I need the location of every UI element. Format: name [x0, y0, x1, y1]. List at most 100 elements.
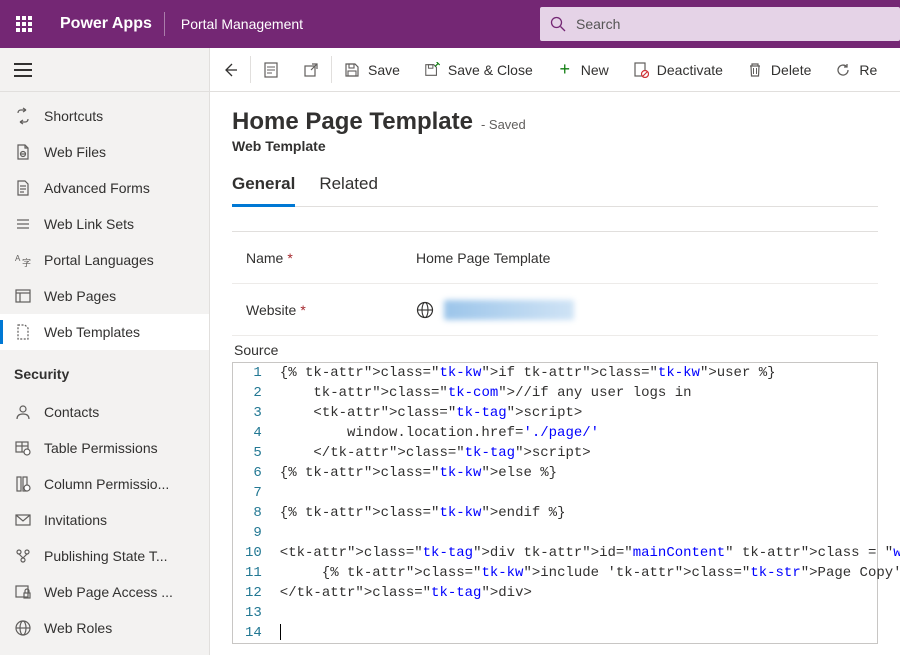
field-website-label: Website	[246, 302, 296, 318]
sidebar-item-publishing-state-t-[interactable]: Publishing State T...	[0, 538, 209, 574]
webfile-icon	[14, 143, 32, 161]
sidebar-item-shortcuts[interactable]: Shortcuts	[0, 98, 209, 134]
save-status: - Saved	[481, 117, 526, 132]
sidebar-item-web-roles[interactable]: Web Roles	[0, 610, 209, 646]
sidebar-item-column-permissio-[interactable]: Column Permissio...	[0, 466, 209, 502]
shortcut-icon	[14, 107, 32, 125]
save-button[interactable]: Save	[332, 48, 412, 91]
sidebar-item-label: Column Permissio...	[44, 476, 169, 492]
field-website-value[interactable]	[406, 300, 864, 320]
waffle-icon[interactable]	[0, 0, 48, 48]
sidebar-item-table-permissions[interactable]: Table Permissions	[0, 430, 209, 466]
sidebar-toggle[interactable]	[0, 48, 209, 92]
search-icon	[540, 16, 576, 32]
open-new-window-button[interactable]	[291, 48, 331, 91]
deactivate-icon	[633, 62, 649, 78]
pubstate-icon	[14, 547, 32, 565]
tableperm-icon	[14, 439, 32, 457]
sidebar: Shortcuts Web Files Advanced Forms Web Link…	[0, 48, 210, 655]
field-source-label: Source	[232, 336, 878, 362]
popout-icon	[303, 62, 319, 78]
save-close-icon	[424, 62, 440, 78]
field-name-label: Name	[246, 250, 283, 266]
app-header: Power Apps Portal Management	[0, 0, 900, 48]
sidebar-item-contacts[interactable]: Contacts	[0, 394, 209, 430]
deactivate-label: Deactivate	[657, 62, 723, 78]
webpage-icon	[14, 287, 32, 305]
sidebar-section-security: Security	[0, 350, 209, 388]
sidebar-item-label: Invitations	[44, 512, 107, 528]
roles-icon	[14, 619, 32, 637]
record-content: Home Page Template - Saved Web Template …	[210, 92, 900, 655]
sidebar-item-label: Advanced Forms	[44, 180, 150, 196]
trash-icon	[747, 62, 763, 78]
sidebar-item-advanced-forms[interactable]: Advanced Forms	[0, 170, 209, 206]
form-icon	[14, 179, 32, 197]
tab-related[interactable]: Related	[319, 174, 378, 206]
access-icon	[14, 583, 32, 601]
sidebar-item-label: Publishing State T...	[44, 548, 167, 564]
invite-icon	[14, 511, 32, 529]
refresh-icon	[835, 62, 851, 78]
tab-strip: General Related	[232, 174, 878, 207]
linkset-icon	[14, 215, 32, 233]
new-label: New	[581, 62, 609, 78]
sidebar-item-portal-languages[interactable]: A字 Portal Languages	[0, 242, 209, 278]
svg-text:A: A	[15, 254, 21, 263]
source-editor[interactable]: 1 2 3 4 5 6 7 8 9 10 11 12 13 14 {% tk-a…	[232, 362, 878, 644]
save-close-button[interactable]: Save & Close	[412, 48, 545, 91]
delete-label: Delete	[771, 62, 811, 78]
hamburger-icon	[14, 63, 32, 77]
save-label: Save	[368, 62, 400, 78]
required-marker: *	[300, 302, 312, 318]
sidebar-item-label: Table Permissions	[44, 440, 158, 456]
template-icon	[14, 323, 32, 341]
sidebar-item-label: Web Roles	[44, 620, 112, 636]
field-name-row: Name* Home Page Template	[232, 232, 878, 284]
tab-general[interactable]: General	[232, 174, 295, 207]
new-button[interactable]: + New	[545, 48, 621, 91]
refresh-label: Re	[859, 62, 877, 78]
line-gutter: 1 2 3 4 5 6 7 8 9 10 11 12 13 14	[233, 363, 272, 643]
website-redacted-value	[444, 300, 574, 320]
form-section: Name* Home Page Template Website*	[232, 231, 878, 336]
back-arrow-icon	[222, 62, 238, 78]
plus-icon: +	[557, 62, 573, 78]
sidebar-item-label: Shortcuts	[44, 108, 103, 124]
sidebar-item-web-page-access-[interactable]: Web Page Access ...	[0, 574, 209, 610]
search-box[interactable]	[540, 7, 900, 41]
sidebar-item-label: Web Page Access ...	[44, 584, 173, 600]
form-icon	[263, 62, 279, 78]
sidebar-item-label: Contacts	[44, 404, 99, 420]
portal-name: Portal Management	[165, 16, 319, 32]
page-title: Home Page Template	[232, 108, 473, 136]
save-icon	[344, 62, 360, 78]
contact-icon	[14, 403, 32, 421]
back-button[interactable]	[210, 48, 250, 91]
main-area: Save Save & Close + New Deactivate	[210, 48, 900, 655]
delete-button[interactable]: Delete	[735, 48, 823, 91]
sidebar-item-label: Web Files	[44, 144, 106, 160]
sidebar-item-label: Web Link Sets	[44, 216, 134, 232]
sidebar-item-invitations[interactable]: Invitations	[0, 502, 209, 538]
sidebar-item-web-link-sets[interactable]: Web Link Sets	[0, 206, 209, 242]
globe-icon	[416, 301, 434, 319]
field-name-value[interactable]: Home Page Template	[406, 250, 864, 266]
required-marker: *	[287, 250, 299, 266]
svg-text:字: 字	[22, 257, 31, 268]
code-area[interactable]: {% tk-attr">class="tk-kw">if tk-attr">cl…	[272, 363, 900, 643]
refresh-button[interactable]: Re	[823, 48, 889, 91]
sidebar-item-label: Web Pages	[44, 288, 116, 304]
form-selector-button[interactable]	[251, 48, 291, 91]
sidebar-item-web-templates[interactable]: Web Templates	[0, 314, 209, 350]
brand-label: Power Apps	[48, 15, 164, 33]
sidebar-item-web-pages[interactable]: Web Pages	[0, 278, 209, 314]
sidebar-item-web-files[interactable]: Web Files	[0, 134, 209, 170]
search-input[interactable]	[576, 16, 900, 32]
sidebar-item-label: Portal Languages	[44, 252, 154, 268]
lang-icon: A字	[14, 251, 32, 269]
deactivate-button[interactable]: Deactivate	[621, 48, 735, 91]
field-website-row: Website*	[232, 284, 878, 336]
save-close-label: Save & Close	[448, 62, 533, 78]
entity-name: Web Template	[232, 138, 878, 154]
